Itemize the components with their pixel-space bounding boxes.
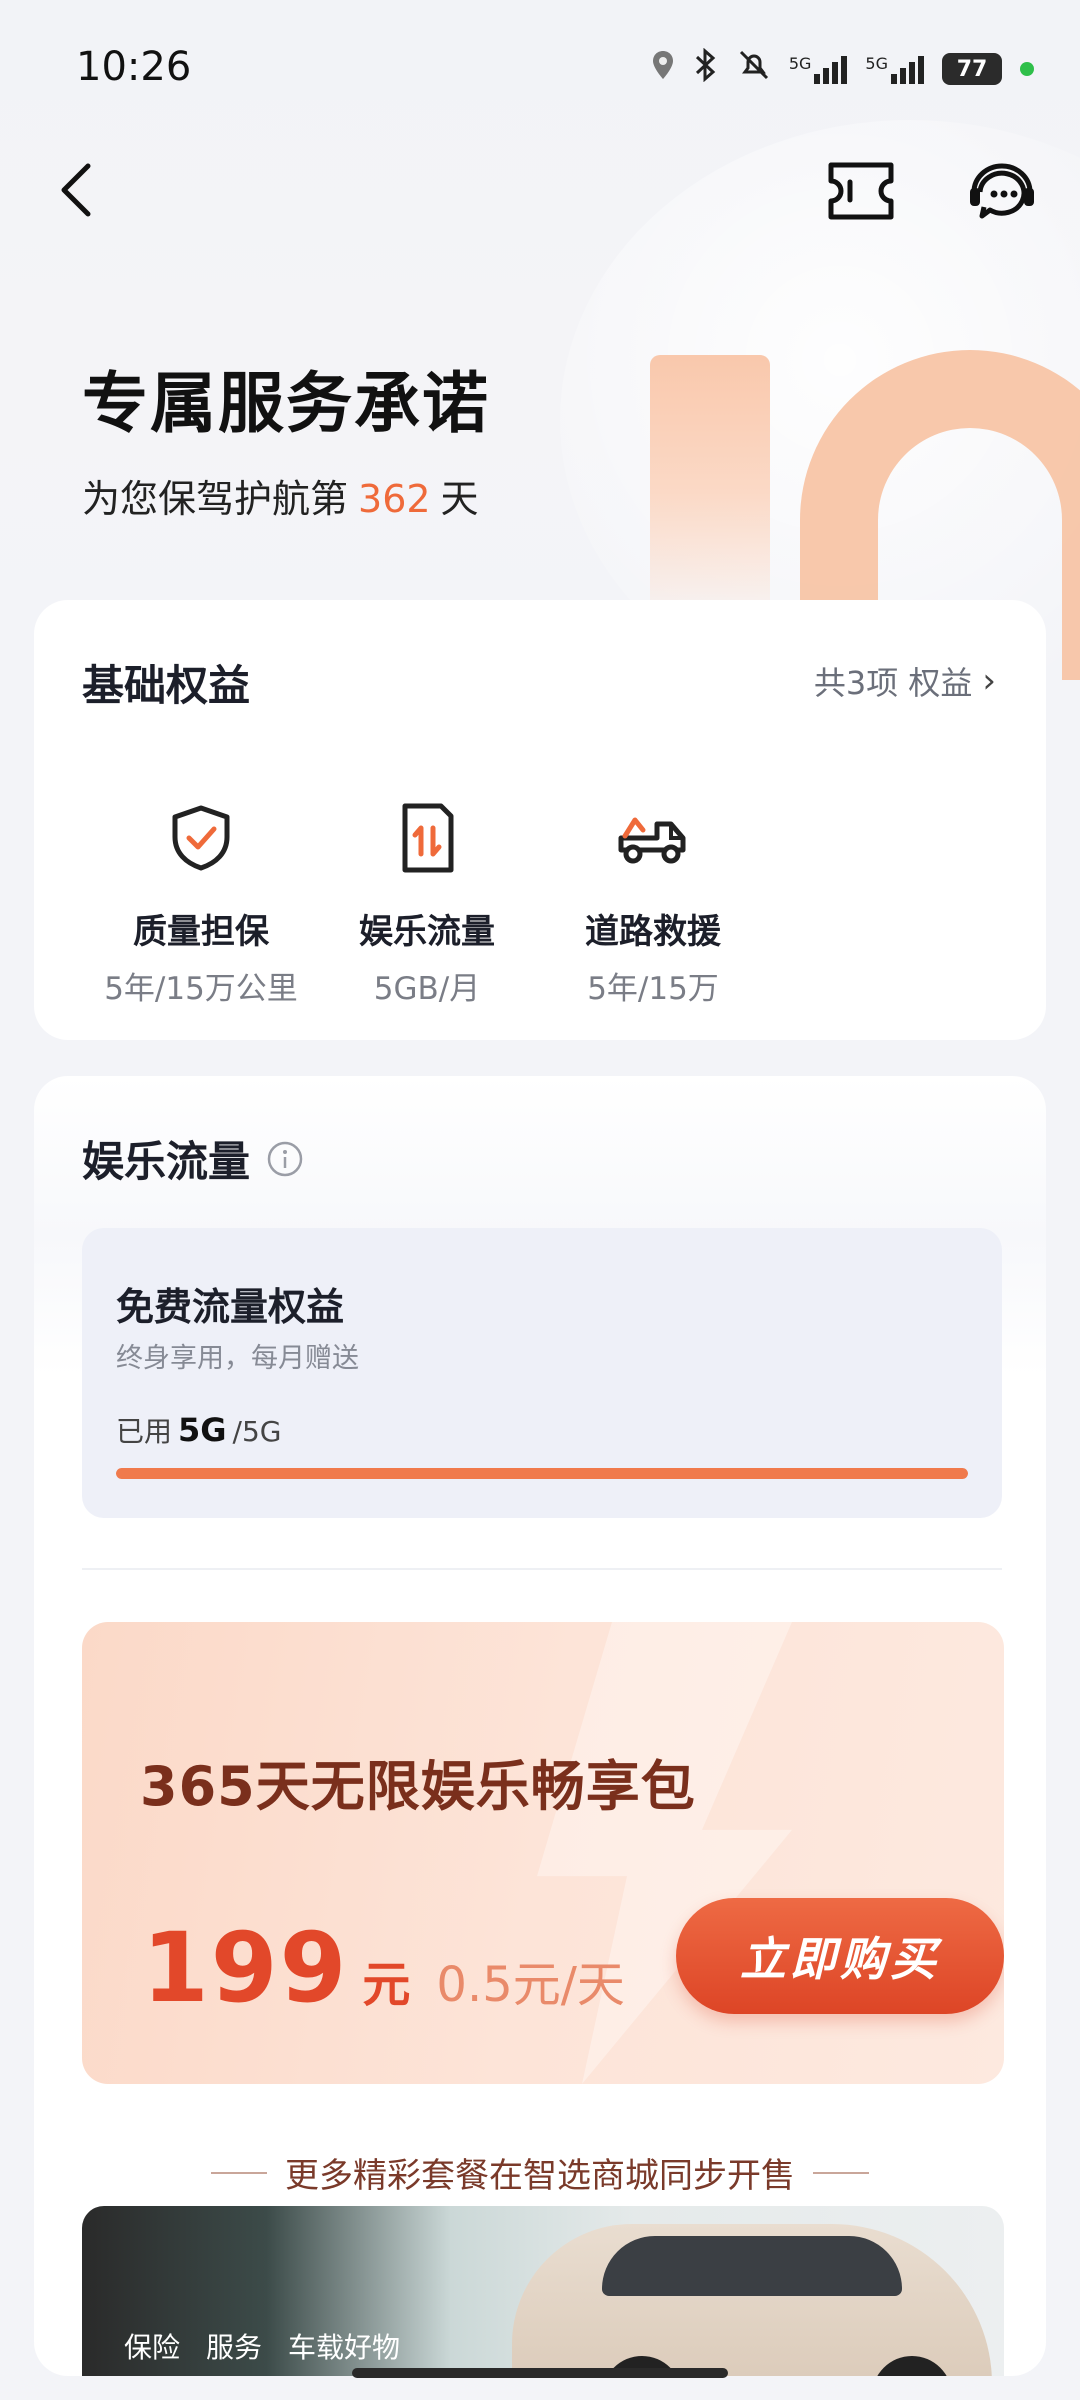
view-all-benefits-link[interactable]: 共3项 权益 › — [814, 658, 996, 704]
banner-tab[interactable]: 服务 — [206, 2326, 262, 2366]
promo-title: 365天无限娱乐畅享包 — [140, 1755, 696, 1818]
benefit-item-data[interactable]: 娱乐流量 5GB/月 — [314, 798, 540, 1008]
data-usage-progress-fill — [116, 1468, 968, 1479]
more-packages-text: 更多精彩套餐在智选商城同步开售 — [285, 2156, 795, 2196]
info-icon[interactable] — [266, 1140, 304, 1178]
hero-days-count: 362 — [358, 477, 431, 521]
mute-bell-icon — [737, 48, 771, 90]
banner-tab[interactable]: 车载好物 — [288, 2326, 400, 2366]
benefit-desc: 5年/15万 — [587, 971, 719, 1007]
status-bar: 10:26 5G 5G 77 — [0, 0, 1080, 130]
benefits-list: 质量担保 5年/15万公里 娱乐流量 5GB/月 道路救援 5年/15万 — [88, 798, 766, 1008]
data-usage: 已用 5G /5G — [116, 1410, 282, 1450]
page: 10:26 5G 5G 77 专属服务承诺 为您保驾护航第 362 天 基础权益… — [0, 0, 1080, 2400]
decorative-one-shape — [650, 355, 770, 605]
tow-truck-icon — [618, 817, 686, 864]
data-usage-label: 已用 — [116, 1415, 173, 1448]
benefit-desc: 5GB/月 — [373, 971, 481, 1007]
page-title: 专属服务承诺 — [82, 365, 490, 442]
section-divider — [82, 1568, 1002, 1570]
data-usage-progress-bar — [116, 1468, 968, 1479]
free-data-subtitle: 终身享用，每月赠送 — [116, 1343, 359, 1374]
battery-icon: 77 — [942, 53, 1002, 85]
privacy-indicator-dot — [1020, 62, 1034, 76]
buy-now-button[interactable]: 立即购买 — [676, 1898, 1004, 2014]
home-indicator[interactable] — [352, 2368, 728, 2378]
chevron-right-icon: › — [982, 661, 996, 701]
unlimited-package-promo[interactable]: 365天无限娱乐畅享包 199 元 0.5元/天 立即购买 — [82, 1622, 1004, 2084]
data-usage-total: /5G — [232, 1415, 282, 1448]
divider-right — [813, 2171, 869, 2174]
promo-price: 199 元 0.5元/天 — [142, 1912, 625, 2024]
mall-banner[interactable]: 保险 服务 车载好物 — [82, 2206, 1004, 2376]
entertainment-traffic-title: 娱乐流量 — [82, 1137, 251, 1186]
entertainment-traffic-card: 娱乐流量 免费流量权益 终身享用，每月赠送 已用 5G /5G 365天无限娱乐… — [34, 1076, 1046, 2376]
divider-left — [211, 2171, 267, 2174]
banner-tab[interactable]: 保险 — [124, 2326, 180, 2366]
ticket-icon — [828, 162, 894, 220]
benefit-name: 质量担保 — [133, 912, 269, 952]
benefit-desc: 5年/15万公里 — [104, 971, 298, 1007]
free-data-box: 免费流量权益 终身享用，每月赠送 已用 5G /5G — [82, 1228, 1002, 1518]
signal-5g-icon-a: 5G — [789, 54, 848, 84]
hero-subtitle: 为您保驾护航第 362 天 — [82, 468, 479, 523]
bluetooth-icon — [693, 47, 719, 90]
benefit-item-quality[interactable]: 质量担保 5年/15万公里 — [88, 798, 314, 1008]
chevron-left-icon — [61, 163, 91, 217]
location-icon — [651, 50, 675, 88]
basic-benefits-card: 基础权益 共3项 权益 › 质量担保 5年/15万公里 娱乐流量 5GB/月 道… — [34, 600, 1046, 1040]
hero-subtitle-suffix: 天 — [440, 477, 479, 521]
data-usage-used: 5G — [178, 1411, 227, 1449]
basic-benefits-title: 基础权益 — [82, 661, 251, 710]
hero-subtitle-prefix: 为您保驾护航第 — [82, 477, 349, 521]
price-unit: 元 — [362, 1957, 411, 2013]
benefit-name: 道路救援 — [585, 912, 721, 952]
banner-tabs: 保险 服务 车载好物 — [124, 2326, 400, 2366]
price-amount: 199 — [142, 1912, 349, 2024]
entertainment-traffic-header: 娱乐流量 — [82, 1128, 304, 1189]
view-all-benefits-label: 共3项 权益 — [813, 664, 973, 702]
benefit-item-rescue[interactable]: 道路救援 5年/15万 — [540, 798, 766, 1008]
free-data-title: 免费流量权益 — [116, 1285, 345, 1329]
more-packages-note: 更多精彩套餐在智选商城同步开售 — [34, 2148, 1046, 2197]
status-time: 10:26 — [76, 44, 192, 90]
price-per-day: 0.5元/天 — [436, 1957, 625, 2013]
benefit-name: 娱乐流量 — [359, 912, 495, 952]
customer-service-icon — [970, 163, 1034, 219]
shield-check-icon — [172, 805, 230, 871]
status-icons: 5G 5G 77 — [651, 47, 1034, 90]
car-window — [602, 2236, 902, 2296]
ticket-button[interactable] — [826, 160, 896, 222]
customer-service-button[interactable] — [966, 158, 1038, 224]
back-button[interactable] — [52, 158, 108, 222]
sim-data-icon — [402, 803, 454, 873]
signal-5g-icon-b: 5G — [865, 54, 924, 84]
